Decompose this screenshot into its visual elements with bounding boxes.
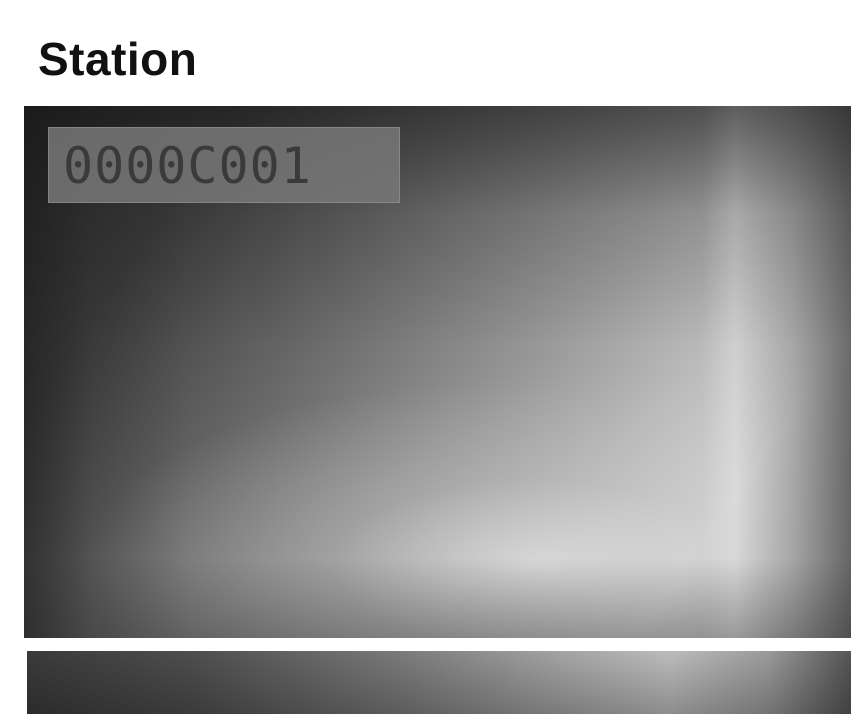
station-id-box: 0000C001 xyxy=(48,127,400,203)
display-screen: 0000C001 xyxy=(24,106,851,638)
section-title: Station xyxy=(38,33,198,85)
strip-shade xyxy=(27,651,851,714)
secondary-screen-strip xyxy=(27,651,851,714)
page: Station 0000C001 xyxy=(0,0,851,714)
station-id-text: 0000C001 xyxy=(63,137,312,195)
